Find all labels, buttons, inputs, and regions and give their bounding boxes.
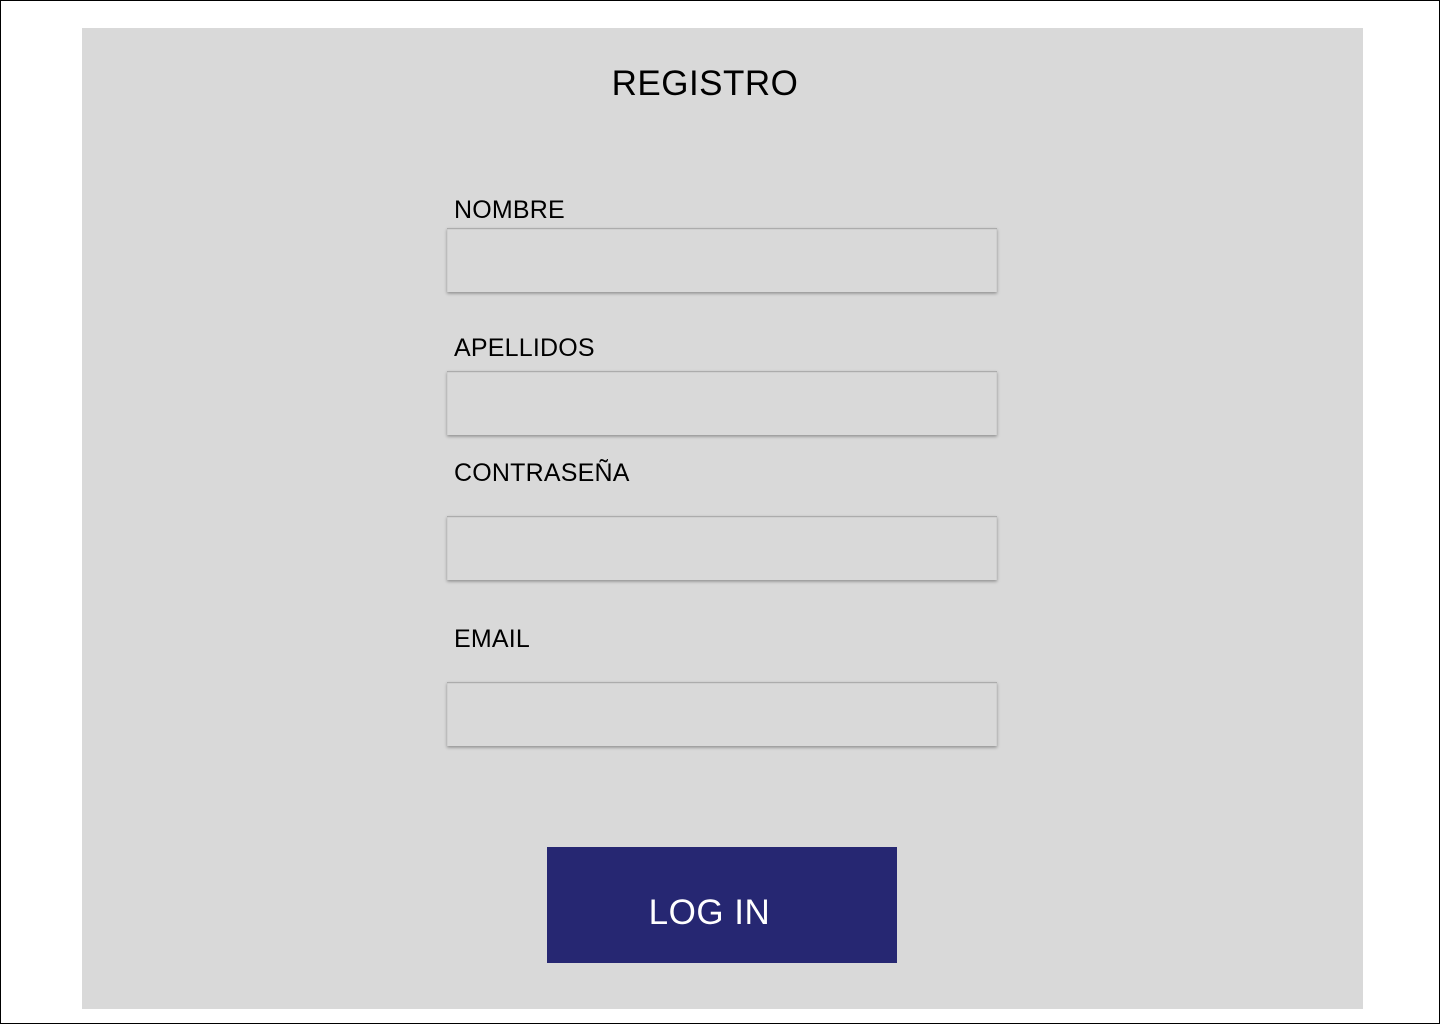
nombre-label: NOMBRE xyxy=(454,196,565,224)
login-button[interactable]: LOG IN xyxy=(547,847,897,963)
email-label: EMAIL xyxy=(454,625,531,653)
email-input[interactable] xyxy=(447,682,997,746)
nombre-input[interactable] xyxy=(447,228,997,292)
apellidos-label: APELLIDOS xyxy=(454,334,595,362)
page-title: REGISTRO xyxy=(611,64,799,103)
apellidos-input[interactable] xyxy=(447,371,997,435)
contrasena-input[interactable] xyxy=(447,516,997,580)
login-button-label: LOG IN xyxy=(648,893,771,932)
contrasena-label: CONTRASEÑA xyxy=(454,459,630,487)
